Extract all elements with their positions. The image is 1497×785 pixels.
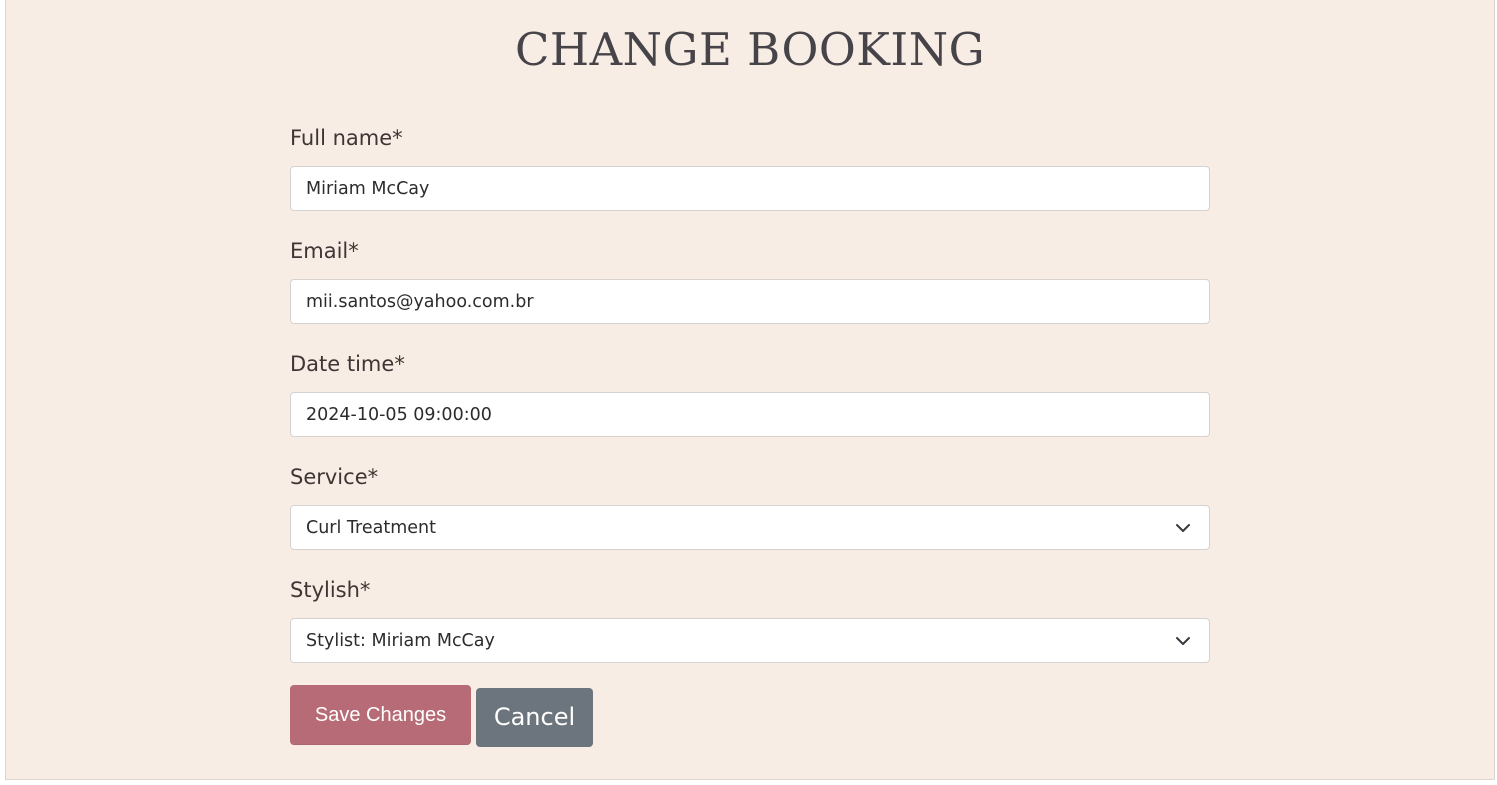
cancel-button[interactable]: Cancel xyxy=(476,688,593,747)
service-selected-value: Curl Treatment xyxy=(306,518,436,538)
chevron-down-icon xyxy=(1176,524,1190,532)
email-label: Email* xyxy=(290,239,359,263)
full-name-label: Full name* xyxy=(290,126,403,150)
date-time-field-group: Date time* 2024-10-05 09:00:00 xyxy=(290,346,1212,459)
full-name-input[interactable]: Miriam McCay xyxy=(290,166,1210,211)
date-time-input[interactable]: 2024-10-05 09:00:00 xyxy=(290,392,1210,437)
chevron-down-icon xyxy=(1176,637,1190,645)
stylish-select[interactable]: Stylist: Miriam McCay xyxy=(290,618,1210,663)
page-title: CHANGE BOOKING xyxy=(514,23,986,76)
service-field-group: Service* Curl Treatment xyxy=(290,459,1212,572)
date-time-label: Date time* xyxy=(290,352,405,376)
save-changes-button[interactable]: Save Changes xyxy=(290,685,471,745)
full-name-field-group: Full name* Miriam McCay xyxy=(290,120,1212,233)
service-label: Service* xyxy=(290,465,379,489)
email-input[interactable]: mii.santos@yahoo.com.br xyxy=(290,279,1210,324)
email-field-group: Email* mii.santos@yahoo.com.br xyxy=(290,233,1212,346)
stylish-label: Stylish* xyxy=(290,578,371,602)
stylish-field-group: Stylish* Stylist: Miriam McCay xyxy=(290,572,1212,685)
booking-form: Full name* Miriam McCay Email* mii.santo… xyxy=(290,120,1212,685)
stylish-selected-value: Stylist: Miriam McCay xyxy=(306,631,495,651)
service-select[interactable]: Curl Treatment xyxy=(290,505,1210,550)
booking-panel: CHANGE BOOKING Full name* Miriam McCay E… xyxy=(5,0,1495,780)
